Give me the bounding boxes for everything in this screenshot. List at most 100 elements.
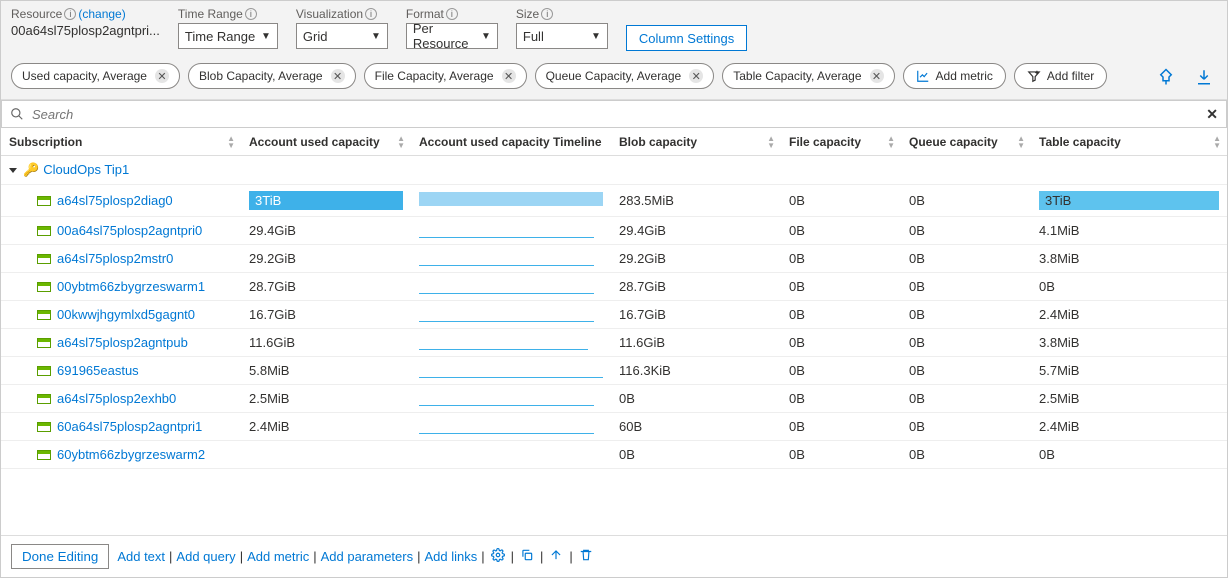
resource-cell[interactable]: 00ybtm66zbygrzeswarm1	[9, 279, 233, 294]
resource-cell[interactable]: 00a64sl75plosp2agntpri0	[9, 223, 233, 238]
queue-capacity-cell: 0B	[909, 279, 925, 294]
table-row: 691965eastus 5.8MiB 116.3KiB 0B 0B 5.7Mi…	[1, 357, 1227, 385]
used-capacity-cell: 3TiB	[249, 191, 403, 210]
resource-cell[interactable]: a64sl75plosp2diag0	[9, 193, 233, 208]
add-parameters-link[interactable]: Add parameters	[321, 549, 414, 564]
used-capacity-cell: 29.2GiB	[249, 251, 296, 266]
resource-link[interactable]: a64sl75plosp2exhb0	[57, 391, 176, 406]
blob-capacity-cell: 116.3KiB	[619, 363, 671, 378]
metric-pill[interactable]: Used capacity, Average✕	[11, 63, 180, 89]
settings-button[interactable]	[489, 546, 507, 567]
resource-value: 00a64sl75plosp2agntpri...	[11, 23, 160, 38]
blob-capacity-cell: 29.4GiB	[619, 223, 666, 238]
timeline-cell	[419, 282, 594, 294]
storage-icon	[37, 422, 51, 432]
add-links-link[interactable]: Add links	[425, 549, 478, 564]
resource-link[interactable]: 691965eastus	[57, 363, 139, 378]
storage-icon	[37, 394, 51, 404]
used-capacity-cell: 2.4MiB	[249, 419, 289, 434]
add-query-link[interactable]: Add query	[176, 549, 235, 564]
resource-cell[interactable]: a64sl75plosp2agntpub	[9, 335, 233, 350]
col-file[interactable]: File capacity▲▼	[781, 129, 901, 156]
resource-cell[interactable]: a64sl75plosp2exhb0	[9, 391, 233, 406]
resource-link[interactable]: 60a64sl75plosp2agntpri1	[57, 419, 202, 434]
toolbar: Resource i (change) 00a64sl75plosp2agntp…	[1, 1, 1227, 100]
used-capacity-cell: 2.5MiB	[249, 391, 289, 406]
file-capacity-cell: 0B	[789, 447, 805, 462]
format-label: Format	[406, 7, 444, 21]
column-settings-button[interactable]: Column Settings	[626, 25, 747, 51]
col-table[interactable]: Table capacity▲▼	[1031, 129, 1227, 156]
group-row[interactable]: 🔑CloudOps Tip1	[1, 156, 1227, 185]
col-used-capacity[interactable]: Account used capacity▲▼	[241, 129, 411, 156]
done-editing-button[interactable]: Done Editing	[11, 544, 109, 569]
add-filter-button[interactable]: Add filter	[1014, 63, 1107, 89]
delete-button[interactable]	[577, 546, 595, 567]
time-range-select[interactable]: Time Range▼	[178, 23, 278, 49]
pill-label: Blob Capacity, Average	[199, 69, 323, 83]
format-filter: Formati Per Resource▼	[406, 7, 498, 49]
remove-pill-button[interactable]: ✕	[155, 69, 169, 83]
table-row: 00kwwjhgymlxd5gagnt0 16.7GiB 16.7GiB 0B …	[1, 301, 1227, 329]
search-input[interactable]	[32, 107, 1198, 122]
resource-cell[interactable]: a64sl75plosp2mstr0	[9, 251, 233, 266]
col-timeline[interactable]: Account used capacity Timeline	[411, 129, 611, 156]
resource-link[interactable]: a64sl75plosp2diag0	[57, 193, 173, 208]
table-capacity-cell: 2.5MiB	[1039, 391, 1079, 406]
queue-capacity-cell: 0B	[909, 335, 925, 350]
resource-cell[interactable]: 00kwwjhgymlxd5gagnt0	[9, 307, 233, 322]
resource-filter: Resource i (change) 00a64sl75plosp2agntp…	[11, 7, 160, 38]
remove-pill-button[interactable]: ✕	[689, 69, 703, 83]
timeline-cell	[419, 422, 594, 434]
resource-cell[interactable]: 60a64sl75plosp2agntpri1	[9, 419, 233, 434]
copy-button[interactable]	[518, 546, 536, 567]
chevron-down-icon: ▼	[371, 31, 381, 42]
resource-link[interactable]: a64sl75plosp2mstr0	[57, 251, 173, 266]
clear-search-button[interactable]: ✕	[1206, 106, 1218, 123]
table-capacity-cell: 2.4MiB	[1039, 419, 1079, 434]
visualization-select[interactable]: Grid▼	[296, 23, 388, 49]
add-metric-button[interactable]: Add metric	[903, 63, 1006, 89]
metric-pill[interactable]: File Capacity, Average✕	[364, 63, 527, 89]
resource-link[interactable]: a64sl75plosp2agntpub	[57, 335, 188, 350]
used-capacity-cell: 28.7GiB	[249, 279, 296, 294]
table-capacity-cell: 0B	[1039, 447, 1055, 462]
search-icon	[10, 107, 24, 121]
resource-link[interactable]: 00kwwjhgymlxd5gagnt0	[57, 307, 195, 322]
timeline-cell	[419, 226, 594, 238]
metric-pill[interactable]: Queue Capacity, Average✕	[535, 63, 715, 89]
used-capacity-cell: 5.8MiB	[249, 363, 289, 378]
table-wrap: Subscription▲▼ Account used capacity▲▼ A…	[1, 129, 1227, 536]
resource-label: Resource	[11, 7, 62, 21]
resource-link[interactable]: 00ybtm66zbygrzeswarm1	[57, 279, 205, 294]
storage-icon	[37, 254, 51, 264]
remove-pill-button[interactable]: ✕	[331, 69, 345, 83]
metric-pill[interactable]: Table Capacity, Average✕	[722, 63, 894, 89]
change-resource-link[interactable]: (change)	[78, 7, 125, 21]
col-queue[interactable]: Queue capacity▲▼	[901, 129, 1031, 156]
format-select[interactable]: Per Resource▼	[406, 23, 498, 49]
move-up-button[interactable]	[547, 546, 565, 567]
resource-cell[interactable]: 60ybtm66zbygrzeswarm2	[9, 447, 233, 462]
time-range-filter: Time Rangei Time Range▼	[178, 7, 278, 49]
download-button[interactable]	[1191, 64, 1217, 93]
remove-pill-button[interactable]: ✕	[502, 69, 516, 83]
table-capacity-cell: 3.8MiB	[1039, 251, 1079, 266]
metric-pill[interactable]: Blob Capacity, Average ✕	[188, 63, 356, 89]
timeline-cell	[419, 338, 588, 350]
pin-button[interactable]	[1153, 64, 1179, 93]
resource-cell[interactable]: 691965eastus	[9, 363, 233, 378]
size-select[interactable]: Full▼	[516, 23, 608, 49]
resource-link[interactable]: 60ybtm66zbygrzeswarm2	[57, 447, 205, 462]
add-metric-link[interactable]: Add metric	[247, 549, 309, 564]
resource-link[interactable]: 00a64sl75plosp2agntpri0	[57, 223, 202, 238]
storage-icon	[37, 282, 51, 292]
remove-pill-button[interactable]: ✕	[870, 69, 884, 83]
queue-capacity-cell: 0B	[909, 223, 925, 238]
queue-capacity-cell: 0B	[909, 419, 925, 434]
table-capacity-cell: 3TiB	[1039, 191, 1219, 210]
info-icon: i	[245, 8, 257, 20]
col-blob[interactable]: Blob capacity▲▼	[611, 129, 781, 156]
col-subscription[interactable]: Subscription▲▼	[1, 129, 241, 156]
add-text-link[interactable]: Add text	[117, 549, 165, 564]
